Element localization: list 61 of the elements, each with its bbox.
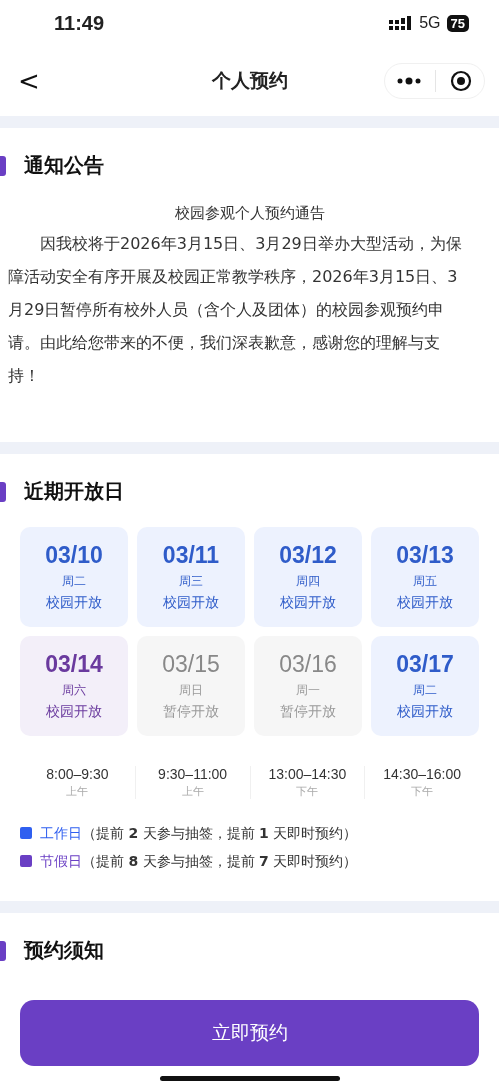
day-weekday: 周二 <box>413 682 437 699</box>
day-status: 校园开放 <box>397 703 453 721</box>
day-date: 03/17 <box>396 651 454 678</box>
day-date: 03/14 <box>45 651 103 678</box>
legend-note: （提前 2 天参与抽签，提前 1 天即时预约） <box>82 824 358 843</box>
day-card[interactable]: 03/14 周六 校园开放 <box>20 636 128 736</box>
day-status: 暂停开放 <box>163 703 219 721</box>
day-card[interactable]: 03/17 周二 校园开放 <box>371 636 479 736</box>
day-date: 03/10 <box>45 542 103 569</box>
slot-time: 14:30–16:00 <box>383 766 462 782</box>
legend-note: （提前 8 天参与抽签，提前 7 天即时预约） <box>82 852 358 871</box>
section-title: 近期开放日 <box>24 478 124 505</box>
day-status: 校园开放 <box>46 594 102 612</box>
day-card[interactable]: 03/16 周一 暂停开放 <box>254 636 362 736</box>
day-date: 03/16 <box>279 651 337 678</box>
battery-level: 75 <box>446 14 469 32</box>
slot-period: 上午 <box>181 784 204 799</box>
day-card[interactable]: 03/10 周二 校园开放 <box>20 527 128 627</box>
day-card[interactable]: 03/11 周三 校园开放 <box>137 527 245 627</box>
day-weekday: 周一 <box>296 682 320 699</box>
signal-icon <box>389 16 414 31</box>
day-weekday: 周三 <box>179 573 203 590</box>
page-title: 个人预约 <box>210 68 289 94</box>
day-date: 03/11 <box>162 542 220 569</box>
day-status: 暂停开放 <box>280 703 336 721</box>
day-weekday: 周日 <box>179 682 203 699</box>
day-weekday: 周二 <box>62 573 86 590</box>
day-weekday: 周六 <box>62 682 86 699</box>
day-status: 校园开放 <box>163 594 219 612</box>
legend-label: 节假日 <box>40 852 82 871</box>
day-weekday: 周五 <box>413 573 437 590</box>
section-title: 通知公告 <box>24 152 104 179</box>
day-card[interactable]: 03/13 周五 校园开放 <box>371 527 479 627</box>
day-card[interactable]: 03/15 周日 暂停开放 <box>137 636 245 736</box>
book-button[interactable]: 立即预约 <box>20 1000 479 1066</box>
back-button[interactable]: < <box>18 66 40 97</box>
status-time: 11:49 <box>54 11 105 35</box>
day-status: 校园开放 <box>46 703 102 721</box>
slot-time: 13:00–14:30 <box>268 766 347 782</box>
slot-time: 8:00–9:30 <box>46 766 109 782</box>
slot-period: 下午 <box>411 784 434 799</box>
section-title: 预约须知 <box>24 937 104 964</box>
day-date: 03/15 <box>162 651 220 678</box>
legend-label: 工作日 <box>40 824 82 843</box>
slot-period: 下午 <box>296 784 319 799</box>
day-status: 校园开放 <box>280 594 336 612</box>
notice-body: 因我校将于2026年3月15日、3月29日举办大型活动，为保障活动安全有序开展及校园正常教学秩序，2026年3月15日、3月29日暂停所有校外人员（含个人及团体）的校园参观预约申请。由此给您带来的不便，我们深表歉意，感谢您的理解与支持！ <box>7 233 463 387</box>
notice-title: 校园参观个人预约通告 <box>173 203 326 224</box>
network-label: 5G <box>419 14 441 33</box>
day-status: 校园开放 <box>397 594 453 612</box>
day-weekday: 周四 <box>296 573 320 590</box>
day-date: 03/13 <box>396 542 454 569</box>
day-date: 03/12 <box>279 542 337 569</box>
more-icon[interactable] <box>397 77 421 86</box>
slot-time: 9:30–11:00 <box>158 766 228 782</box>
day-card[interactable]: 03/12 周四 校园开放 <box>254 527 362 627</box>
slot-period: 上午 <box>66 784 89 799</box>
close-icon[interactable] <box>450 70 472 93</box>
section-marker <box>0 481 6 502</box>
section-marker <box>0 155 6 176</box>
section-marker <box>0 940 6 961</box>
